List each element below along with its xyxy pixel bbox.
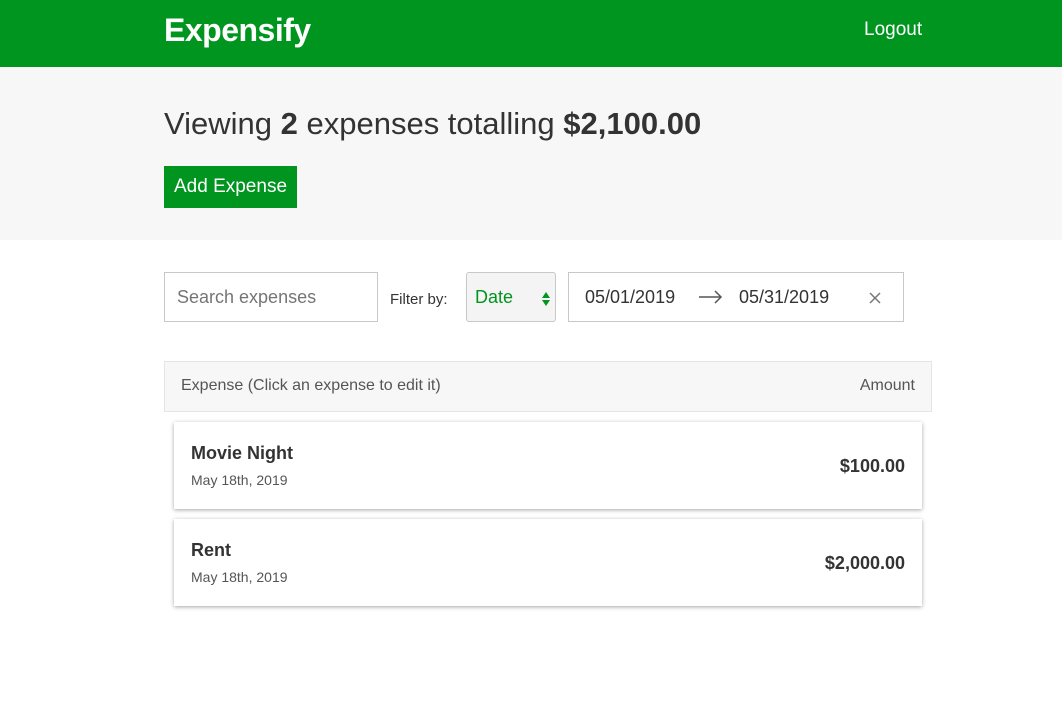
expense-description: Movie Night xyxy=(191,443,293,463)
date-range-picker: 05/01/2019 05/31/2019 xyxy=(568,272,904,322)
add-expense-button[interactable]: Add Expense xyxy=(164,166,297,208)
header: Expensify Logout xyxy=(0,0,1062,67)
sort-select[interactable]: Date xyxy=(466,272,556,322)
expense-count: 2 xyxy=(280,106,298,141)
start-date-input[interactable]: 05/01/2019 xyxy=(585,287,675,308)
close-icon[interactable] xyxy=(867,290,883,306)
right-arrow-icon xyxy=(699,290,723,304)
filters-bar: Filter by: Date 05/01/2019 05/31/2019 xyxy=(164,272,904,322)
expense-amount: $100.00 xyxy=(839,456,905,476)
up-down-triangles-icon xyxy=(542,292,550,306)
column-amount-header: Amount xyxy=(859,377,915,394)
page-title: Viewing 2 expenses totalling $2,100.00 xyxy=(164,106,701,142)
sort-select-value: Date xyxy=(475,286,514,307)
expense-total: $2,100.00 xyxy=(563,106,702,141)
expense-item[interactable]: Movie Night May 18th, 2019 $100.00 xyxy=(174,422,922,509)
summary-panel: Viewing 2 expenses totalling $2,100.00 A… xyxy=(0,67,1062,240)
end-date-input[interactable]: 05/31/2019 xyxy=(739,287,829,308)
summary-middle: expenses totalling xyxy=(297,106,564,141)
expense-description: Rent xyxy=(191,540,231,560)
expense-date: May 18th, 2019 xyxy=(191,569,288,585)
expense-amount: $2,000.00 xyxy=(824,553,905,573)
summary-prefix: Viewing xyxy=(164,106,281,141)
logout-button[interactable]: Logout xyxy=(864,19,922,41)
list-header: Expense (Click an expense to edit it) Am… xyxy=(164,361,932,412)
expense-date: May 18th, 2019 xyxy=(191,472,288,488)
search-input[interactable] xyxy=(164,272,378,322)
column-expense-header: Expense (Click an expense to edit it) xyxy=(181,377,441,394)
filter-by-label: Filter by: xyxy=(390,291,448,308)
brand-title[interactable]: Expensify xyxy=(164,12,311,49)
expense-item[interactable]: Rent May 18th, 2019 $2,000.00 xyxy=(174,519,922,606)
